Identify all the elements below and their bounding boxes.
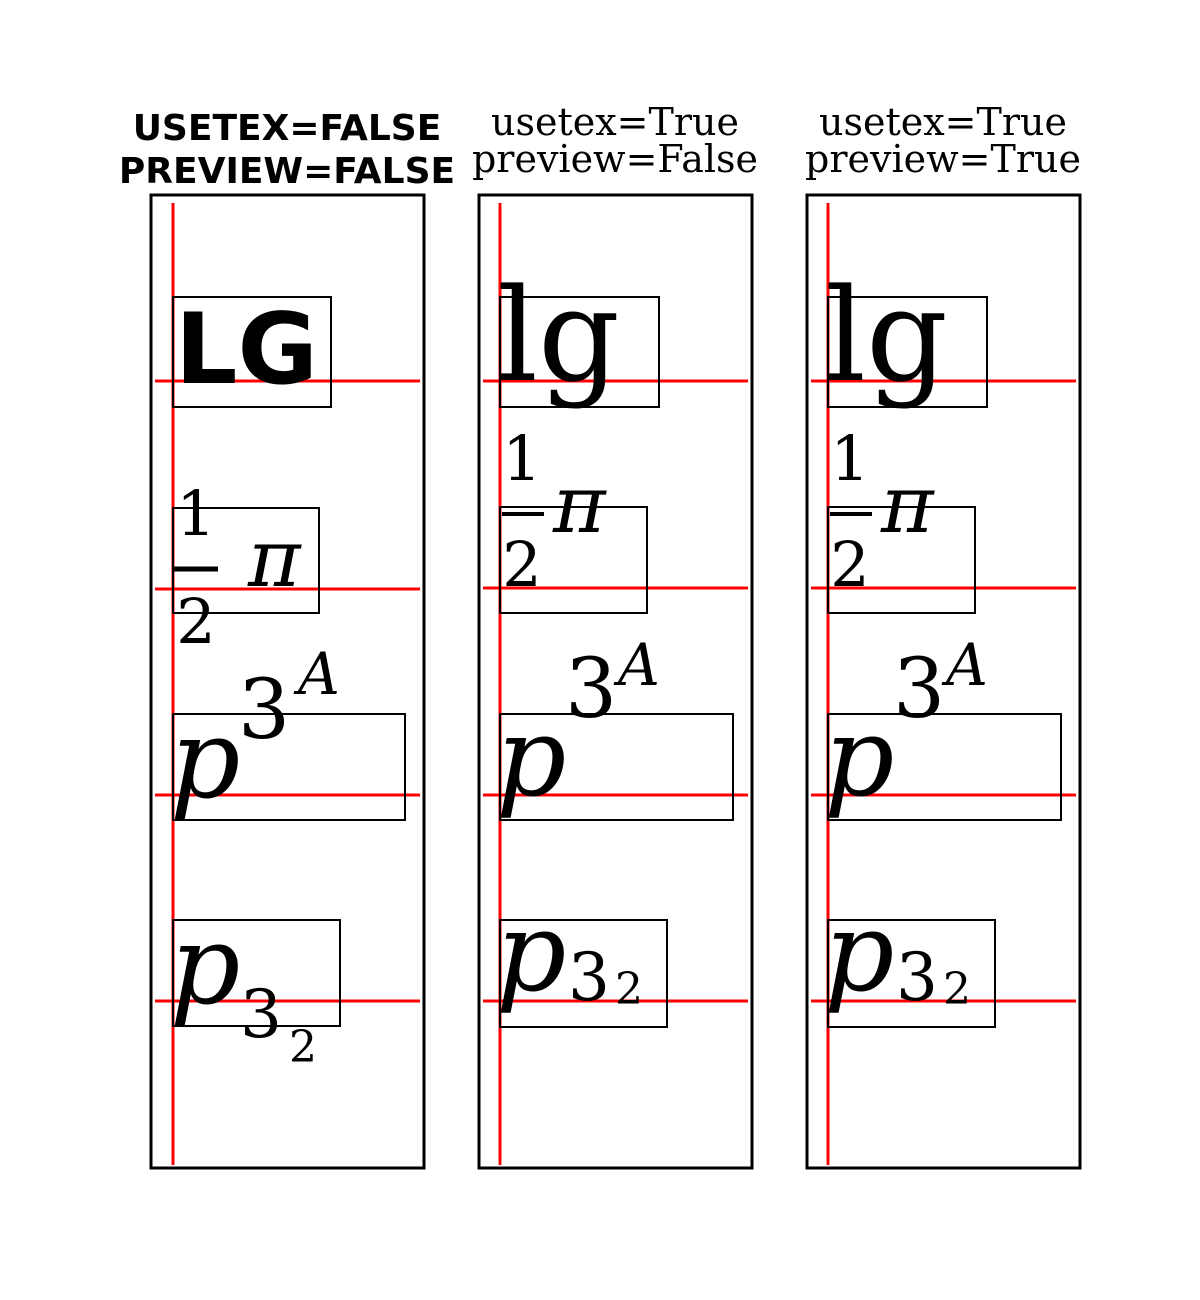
panel-1: USETEX=FALSE PREVIEW=FALSE LG 1 2 π p 3 … [119, 108, 455, 1170]
panel-3-sample-superscript: p 3 A [824, 631, 988, 821]
panel-3-fraction-denominator: 2 [830, 528, 869, 601]
panel-1-title-line2: PREVIEW=FALSE [119, 151, 455, 192]
panel-2-sub-index2: 2 [615, 964, 643, 1015]
panel-2-sup-base: p [496, 693, 566, 821]
panel-1-sample-lg: LG [175, 293, 318, 407]
panel-1-sup-base: p [170, 695, 240, 823]
panel-3-sup-exponent: 3 [893, 642, 945, 737]
panel-2-title-line2: preview=False [472, 137, 758, 181]
panel-1-sample-fraction: 1 2 π [174, 477, 302, 658]
panel-2-sample-fraction: 1 2 π [502, 422, 607, 601]
panel-3-sub-base: p [824, 888, 894, 1016]
panel-2-sample-superscript: p 3 A [496, 631, 660, 821]
panel-2-sup-exponent2: A [613, 631, 660, 699]
panel-1-fraction-numerator: 1 [176, 477, 215, 550]
panel-3-sub-index2: 2 [943, 964, 971, 1015]
panel-3-sub-index: 3 [896, 939, 938, 1016]
panel-2-sample-lg: lg [497, 262, 620, 411]
panel-3-sup-base: p [824, 693, 894, 821]
panel-1-title-line1: USETEX=FALSE [133, 108, 442, 149]
panel-1-sup-exponent: 3 [238, 663, 290, 758]
panel-3-fraction-numerator: 1 [830, 422, 869, 495]
panel-2-fraction-denominator: 2 [502, 528, 541, 601]
panel-3-sample-lg: lg [825, 262, 948, 411]
panel-2-sup-exponent: 3 [565, 642, 617, 737]
panel-3-pi-symbol: π [880, 458, 935, 551]
figure: USETEX=FALSE PREVIEW=FALSE LG 1 2 π p 3 … [119, 100, 1082, 1170]
panel-1-sample-subscript: p 3 2 [170, 901, 317, 1073]
panel-1-sub-index2: 2 [289, 1022, 317, 1073]
panel-2-sample-subscript: p 3 2 [496, 888, 643, 1016]
panel-2-sub-base: p [496, 888, 566, 1016]
panel-1-sub-base: p [170, 901, 240, 1029]
panel-3-title-line2: preview=True [805, 137, 1081, 181]
panel-1-sup-exponent2: A [293, 640, 340, 708]
panel-1-pi-symbol: π [247, 512, 302, 605]
panel-2: usetex=True preview=False lg 1 2 π p 3 A… [472, 100, 758, 1170]
panel-1-sub-index: 3 [240, 976, 282, 1053]
panel-2-fraction-numerator: 1 [502, 422, 541, 495]
panel-3-sup-exponent2: A [941, 631, 988, 699]
panel-2-pi-symbol: π [552, 458, 607, 551]
panel-3-sample-fraction: 1 2 π [830, 422, 935, 601]
panel-1-fraction-denominator: 2 [176, 585, 215, 658]
panel-2-sub-index: 3 [568, 939, 610, 1016]
panel-3-sample-subscript: p 3 2 [824, 888, 971, 1016]
panel-3: usetex=True preview=True lg 1 2 π p 3 A … [805, 100, 1082, 1170]
